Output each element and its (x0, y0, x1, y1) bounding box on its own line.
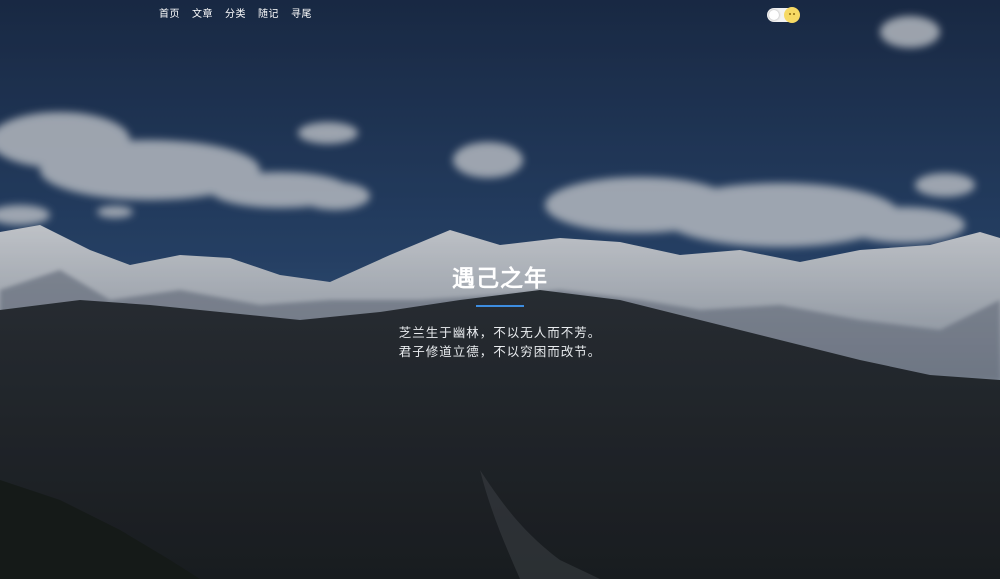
hero-content: 遇己之年 芝兰生于幽林，不以无人而不芳。 君子修道立德，不以穷困而改节。 (0, 262, 1000, 361)
main-nav: 首页 文章 分类 随记 寻尾 (159, 8, 312, 22)
nav-item-articles[interactable]: 文章 (192, 8, 213, 22)
nav-item-categories[interactable]: 分类 (225, 8, 246, 22)
theme-toggle[interactable] (767, 7, 800, 23)
motto-line: 芝兰生于幽林，不以无人而不芳。 (398, 325, 602, 340)
page: 首页 文章 分类 随记 寻尾 遇己之年 芝兰生于幽林，不以无人而不芳。 君子修道… (0, 0, 1000, 579)
nav-item-search[interactable]: 寻尾 (291, 8, 312, 22)
nav-item-notes[interactable]: 随记 (258, 8, 279, 22)
motto-line: 君子修道立德，不以穷困而改节。 (398, 344, 602, 359)
site-title: 遇己之年 (452, 266, 548, 292)
title-divider (476, 305, 524, 307)
nav-item-home[interactable]: 首页 (159, 8, 180, 22)
sun-icon (784, 7, 800, 23)
toggle-knob (769, 10, 779, 20)
